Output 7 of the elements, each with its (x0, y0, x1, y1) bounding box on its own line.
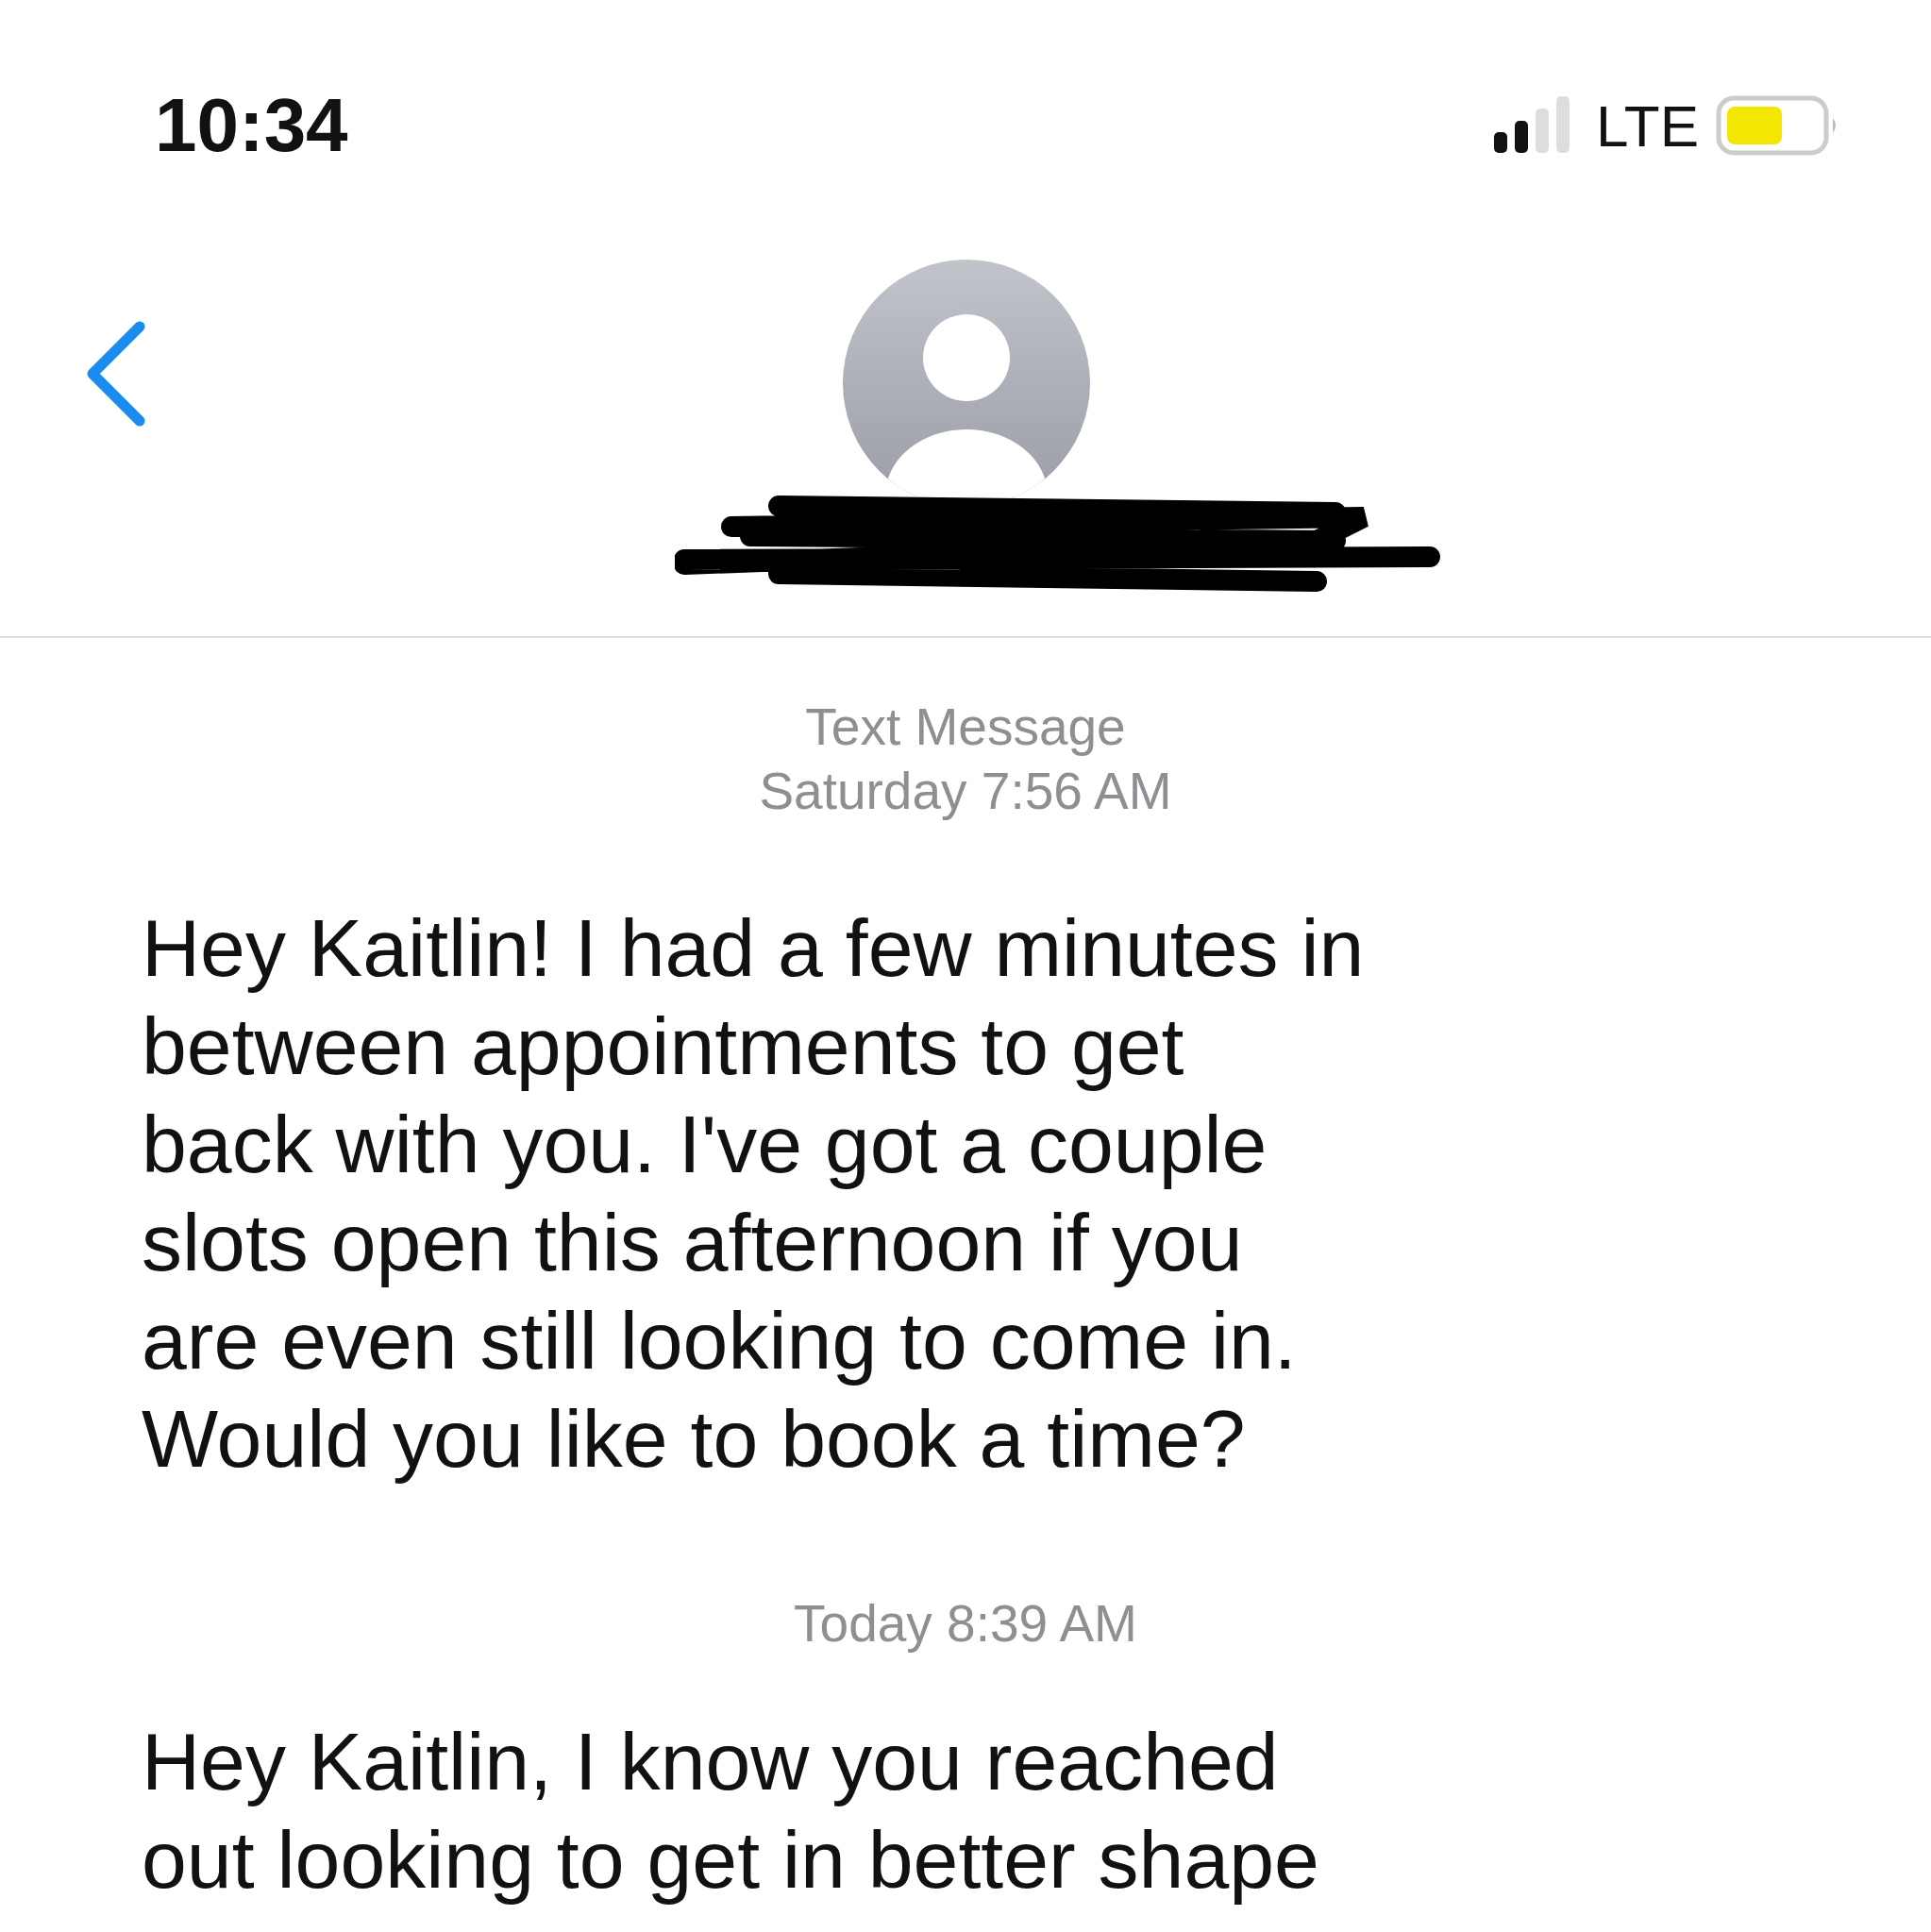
status-time: 10:34 (155, 82, 348, 169)
timestamp: Saturday 7:56 AM (759, 761, 1172, 822)
network-label: LTE (1595, 92, 1699, 160)
message-text: Hey Kaitlin, I know you reached out looking to get in better shape (142, 1715, 1320, 1907)
timestamp: Today 8:39 AM (794, 1593, 1137, 1655)
message-text: Hey Kaitlin! I had a few minutes in between appointments to get back with you. I've got a couple slots open this afternoon if you are even still looking to come in. Would you like to book a time? (142, 901, 1366, 1486)
message-type-label: Text Message (805, 697, 1126, 758)
